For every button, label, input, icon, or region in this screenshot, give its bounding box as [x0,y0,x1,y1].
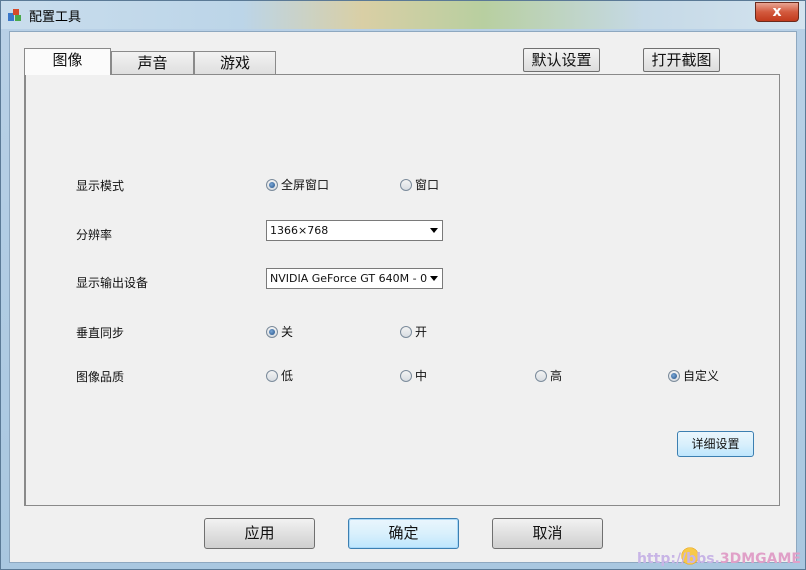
cancel-button[interactable]: 取消 [492,518,603,549]
radio-unchecked-icon [535,369,547,382]
tab-image[interactable]: 图像 [24,48,111,75]
radio-unchecked-icon [400,325,412,338]
apply-label: 应用 [244,524,275,542]
radio-label: 自定义 [683,369,720,383]
cancel-label: 取消 [532,524,563,542]
close-button[interactable]: x [755,2,799,22]
app-icon [8,9,21,21]
radio-label: 开 [415,325,428,339]
radio-label: 低 [281,369,294,383]
radio-quality-low[interactable]: 低 [266,367,293,384]
config-window: 配置工具 x 图像 声音 游戏 默认设置 打开截图 显示模式 全屏窗口 窗口 分… [0,0,806,570]
apply-button[interactable]: 应用 [204,518,315,549]
tab-label: 声音 [137,54,168,72]
radio-label: 全屏窗口 [281,178,330,192]
radio-unchecked-icon [266,369,278,382]
watermark-brand: 3DMGAME [719,551,801,567]
default-settings-button[interactable]: 默认设置 [523,48,600,72]
tab-label: 游戏 [219,54,250,72]
resolution-label: 分辨率 [76,228,113,242]
default-settings-label: 默认设置 [531,51,592,69]
radio-unchecked-icon [400,369,412,382]
radio-label: 高 [550,369,563,383]
ok-button[interactable]: 确定 [348,518,459,549]
radio-quality-custom[interactable]: 自定义 [668,367,719,384]
display-device-label: 显示输出设备 [76,276,149,290]
open-screenshot-button[interactable]: 打开截图 [643,48,720,72]
display-mode-label: 显示模式 [76,179,125,193]
display-device-select[interactable]: NVIDIA GeForce GT 640M - 0 [266,268,443,289]
radio-quality-high[interactable]: 高 [535,367,562,384]
tab-game[interactable]: 游戏 [194,51,276,75]
radio-checked-icon [266,178,278,191]
watermark: http://bbs.3DMGAME [637,551,801,567]
close-icon: x [772,4,782,20]
radio-unchecked-icon [400,178,412,191]
window-title: 配置工具 [29,10,82,25]
radio-vsync-on[interactable]: 开 [400,323,427,340]
radio-checked-icon [668,369,680,382]
client-area: 图像 声音 游戏 默认设置 打开截图 显示模式 全屏窗口 窗口 分辨率 1366… [9,31,797,563]
resolution-select[interactable]: 1366×768 [266,220,443,241]
detail-settings-button[interactable]: 详细设置 [677,431,754,457]
radio-vsync-off[interactable]: 关 [266,323,293,340]
detail-settings-label: 详细设置 [691,437,740,451]
image-quality-label: 图像品质 [76,370,125,384]
watermark-url: http://bbs. [636,551,720,567]
radio-quality-medium[interactable]: 中 [400,367,427,384]
radio-label: 关 [281,325,294,339]
image-settings-panel: 显示模式 全屏窗口 窗口 分辨率 1366×768 显示输出设备 NVIDIA … [24,74,780,506]
display-device-value: NVIDIA GeForce GT 640M - 0 [270,272,428,285]
vsync-label: 垂直同步 [76,326,125,340]
dropdown-arrow-icon [430,228,438,233]
ok-label: 确定 [388,524,419,542]
tab-label: 图像 [52,51,83,69]
radio-fullscreen-window[interactable]: 全屏窗口 [266,176,329,193]
radio-label: 窗口 [415,178,440,192]
radio-label: 中 [415,369,428,383]
resolution-value: 1366×768 [270,224,329,237]
radio-checked-icon [266,325,278,338]
dropdown-arrow-icon [430,276,438,281]
radio-window[interactable]: 窗口 [400,176,439,193]
tab-sound[interactable]: 声音 [111,51,194,75]
open-screenshot-label: 打开截图 [651,51,712,69]
title-bar[interactable]: 配置工具 x [1,1,805,29]
